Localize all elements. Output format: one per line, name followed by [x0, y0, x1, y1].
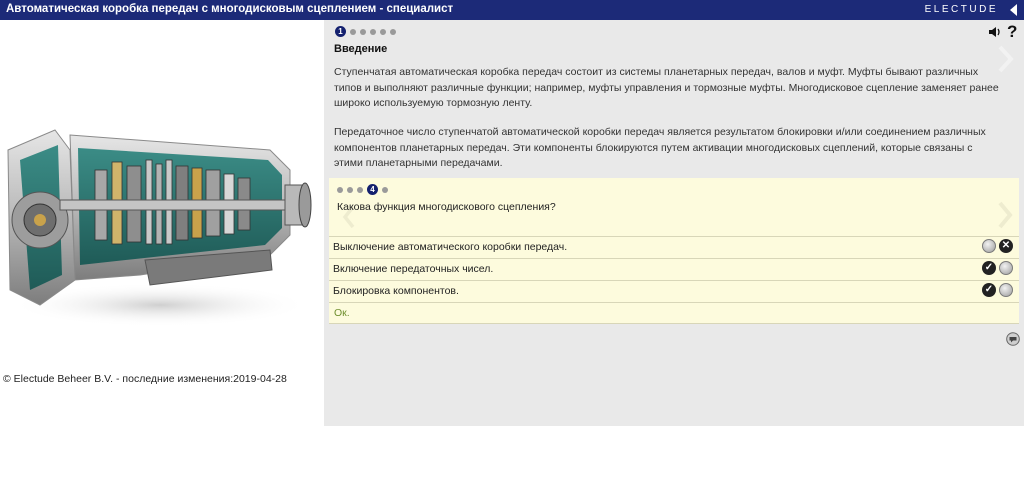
quiz-option[interactable]: Выключение автоматического коробки перед…	[329, 236, 1019, 257]
title-bar: Автоматическая коробка передач с многоди…	[0, 0, 1024, 20]
option-unselected-icon[interactable]	[999, 261, 1013, 275]
collapse-arrow-icon[interactable]	[1010, 4, 1017, 16]
chevron-right-icon[interactable]	[995, 200, 1015, 230]
quiz-pager-dot-active[interactable]: 4	[367, 184, 378, 195]
content-panel: 1 ? Введение Ступенчатая автоматическая …	[324, 20, 1024, 426]
option-unselected-icon[interactable]	[999, 283, 1013, 297]
quiz-option[interactable]: Включение передаточных чисел. ✓	[329, 258, 1019, 279]
pager-dot[interactable]	[360, 28, 366, 35]
quiz-pager: 4	[337, 184, 388, 195]
section-title: Введение	[334, 43, 388, 55]
page-pager: 1	[335, 26, 396, 37]
copyright-text: © Electude Beheer B.V. - последние измен…	[3, 373, 287, 385]
quiz-pager-dot[interactable]	[357, 186, 363, 193]
pager-dot[interactable]	[390, 28, 396, 35]
intro-paragraph-2: Передаточное число ступенчатой автоматич…	[334, 126, 986, 169]
ok-button[interactable]: Ок.	[334, 307, 350, 319]
window-title: Автоматическая коробка передач с многоди…	[6, 3, 454, 15]
quiz-option[interactable]: Блокировка компонентов. ✓	[329, 280, 1019, 301]
quiz-question: Какова функция многодискового сцепления?	[337, 201, 556, 213]
check-icon[interactable]: ✓	[982, 261, 996, 275]
pager-dot[interactable]	[350, 28, 356, 35]
pager-dot-active[interactable]: 1	[335, 26, 346, 37]
speaker-icon[interactable]	[988, 26, 1002, 38]
check-icon[interactable]: ✓	[982, 283, 996, 297]
pager-dot[interactable]	[370, 28, 376, 35]
quiz-option-label: Выключение автоматического коробки перед…	[333, 241, 568, 253]
quiz-pager-dot[interactable]	[337, 186, 343, 193]
quiz-option-label: Включение передаточных чисел.	[333, 263, 494, 275]
quiz-option-label: Блокировка компонентов.	[333, 285, 459, 297]
quiz-panel: 4 Какова функция многодискового сцеплени…	[329, 178, 1019, 324]
gearbox-cutaway-image	[7, 129, 312, 327]
option-unselected-icon[interactable]	[982, 239, 996, 253]
pager-dot[interactable]	[380, 28, 386, 35]
quiz-submit-row: Ок.	[329, 302, 1019, 324]
illustration-panel: © Electude Beheer B.V. - последние измен…	[0, 20, 324, 426]
intro-paragraph: Ступенчатая автоматическая коробка перед…	[334, 66, 999, 109]
quiz-pager-dot[interactable]	[382, 186, 388, 193]
cross-icon[interactable]: ✕	[999, 239, 1013, 253]
comment-icon[interactable]	[1006, 332, 1020, 346]
brand-logo: ELECTUDE	[924, 4, 998, 15]
help-icon[interactable]: ?	[1007, 22, 1017, 42]
quiz-pager-dot[interactable]	[347, 186, 353, 193]
